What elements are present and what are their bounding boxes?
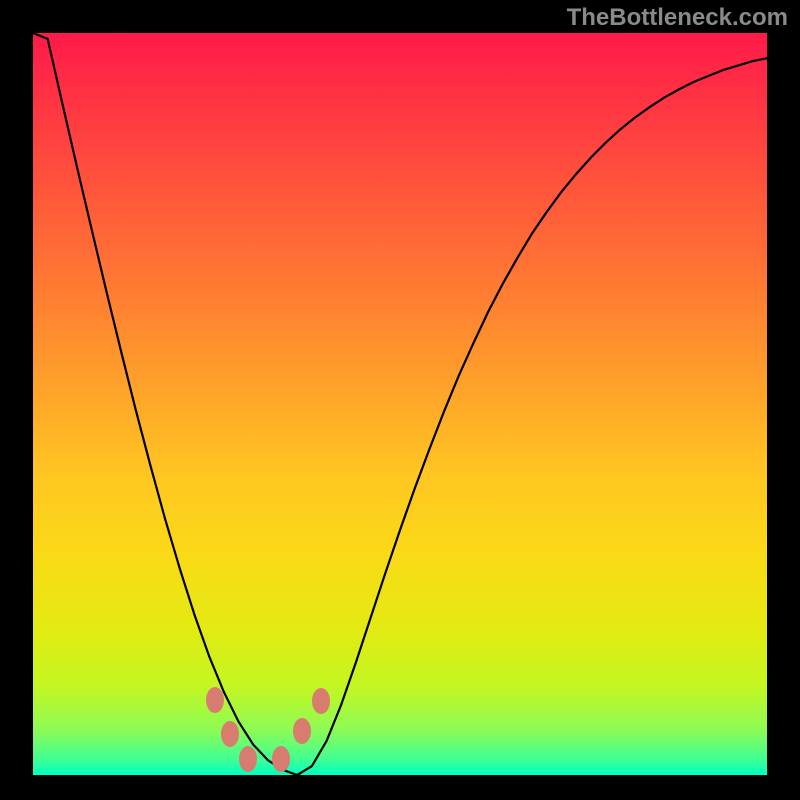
- bottleneck-chart: [33, 33, 767, 775]
- gradient-fill: [33, 33, 767, 775]
- marker-left-lower: [239, 746, 257, 772]
- marker-right-mid: [293, 718, 311, 744]
- marker-right-upper: [312, 688, 330, 714]
- marker-right-lower: [272, 746, 290, 772]
- watermark-text: TheBottleneck.com: [567, 4, 788, 32]
- plot-svg: [33, 33, 767, 775]
- marker-left-upper: [206, 687, 224, 713]
- marker-left-mid: [221, 721, 239, 747]
